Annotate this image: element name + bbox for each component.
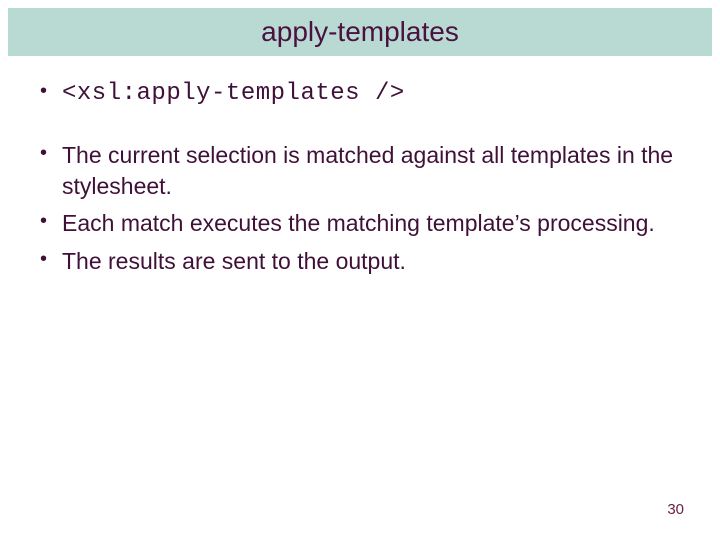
slide-content: • <xsl:apply-templates /> • The current … (40, 78, 680, 283)
bullet-text: The current selection is matched against… (62, 140, 680, 202)
bullet-text: The results are sent to the output. (62, 246, 406, 277)
list-item: • The current selection is matched again… (40, 140, 680, 202)
spacer (40, 116, 680, 140)
page-number: 30 (667, 501, 684, 518)
bullet-text: Each match executes the matching templat… (62, 208, 655, 239)
list-item: • Each match executes the matching templ… (40, 208, 680, 239)
bullet-icon: • (40, 208, 62, 234)
title-bar: apply-templates (8, 8, 712, 56)
bullet-icon: • (40, 140, 62, 166)
code-bullet: • <xsl:apply-templates /> (40, 78, 680, 110)
bullet-icon: • (40, 78, 62, 104)
bullet-icon: • (40, 246, 62, 272)
slide-title: apply-templates (261, 16, 459, 48)
list-item: • The results are sent to the output. (40, 246, 680, 277)
code-line: <xsl:apply-templates /> (62, 78, 405, 110)
